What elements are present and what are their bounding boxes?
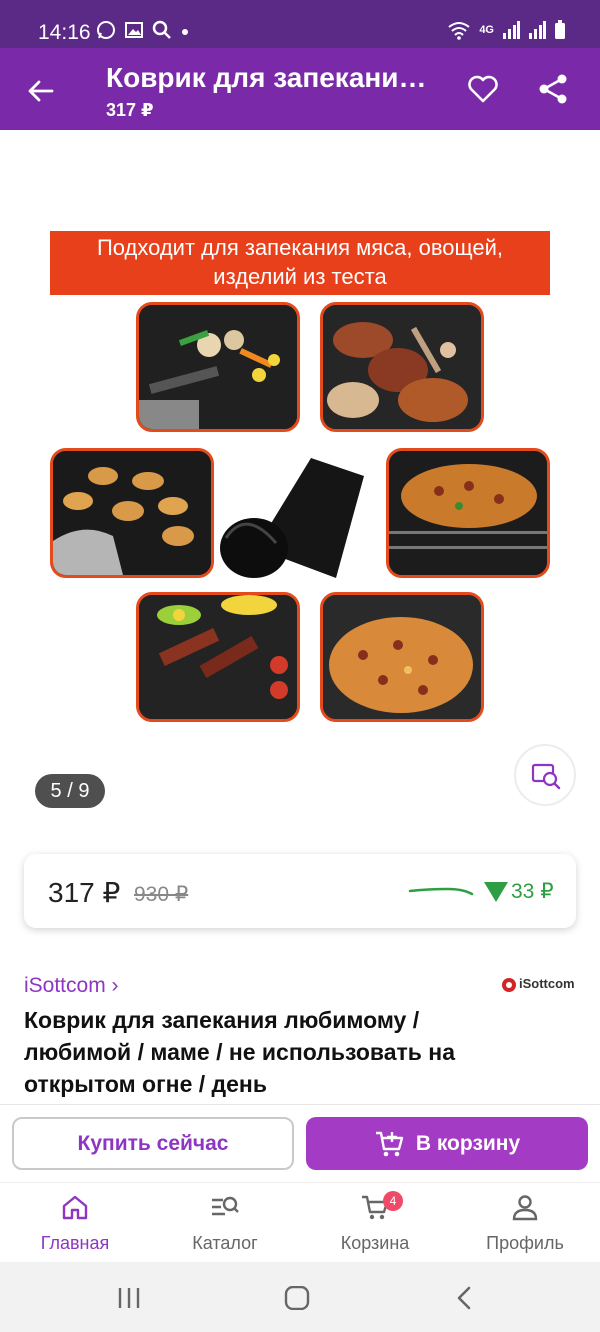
photo-grill-bacon xyxy=(136,592,300,722)
banner-line-1: Подходит для запекания мяса, овощей, xyxy=(96,235,504,260)
banner-line-2: изделий из теста xyxy=(213,264,387,289)
image-counter: 5 / 9 xyxy=(35,774,105,808)
photo-oven-croissants xyxy=(50,448,214,578)
photo-pizza xyxy=(320,592,484,722)
status-bar: 14:16 4G xyxy=(0,0,600,48)
home-icon xyxy=(62,1195,88,1220)
status-time: 14:16 xyxy=(38,21,91,44)
add-to-cart-icon xyxy=(375,1131,404,1156)
recent-apps-icon[interactable] xyxy=(114,1286,144,1310)
buy-now-button[interactable]: Купить сейчас xyxy=(12,1117,294,1170)
photo-grill-meat xyxy=(320,302,484,432)
heart-icon[interactable] xyxy=(466,72,500,106)
bottom-tab-bar: Главная Каталог 4 Корзина Профиль xyxy=(0,1182,600,1262)
system-icons: 4G xyxy=(447,20,566,40)
cart-count-badge: 4 xyxy=(383,1191,403,1211)
system-nav-bar xyxy=(0,1262,600,1332)
page-title: Коврик для запекания любимому xyxy=(106,62,436,93)
old-price: 930 ₽ xyxy=(134,883,189,906)
wifi-icon xyxy=(448,22,470,40)
app-bar: Коврик для запекания любимому 317 ₽ xyxy=(0,48,600,130)
tab-catalog-label: Каталог xyxy=(192,1233,258,1253)
price-card[interactable]: 317 ₽ 930 ₽ 33 ₽ xyxy=(24,854,576,928)
home-button-icon[interactable] xyxy=(282,1286,312,1310)
add-to-cart-button[interactable]: В корзину xyxy=(306,1117,588,1170)
back-button-icon[interactable] xyxy=(450,1286,480,1310)
seller-logo[interactable]: iSottcom xyxy=(501,976,575,994)
tab-cart[interactable]: 4 Корзина xyxy=(300,1183,450,1263)
catalog-search-icon xyxy=(212,1196,239,1216)
product-gallery[interactable]: Подходит для запекания мяса, овощей, изд… xyxy=(0,130,600,830)
tab-profile[interactable]: Профиль xyxy=(450,1183,600,1263)
back-arrow-icon[interactable] xyxy=(26,76,56,106)
product-title: Коврик для запекания любимому / любимой … xyxy=(24,1007,455,1097)
price-trend-line xyxy=(408,887,474,896)
seller-logo-text: iSottcom xyxy=(519,976,575,991)
tab-profile-label: Профиль xyxy=(486,1233,564,1253)
search-icon xyxy=(152,20,171,39)
photo-mat-roll xyxy=(216,448,366,583)
share-icon[interactable] xyxy=(536,72,570,106)
signal-icon xyxy=(503,21,520,39)
network-type: 4G xyxy=(479,24,494,36)
add-to-cart-label: В корзину xyxy=(415,1131,521,1155)
dot-icon xyxy=(182,29,188,35)
image-icon xyxy=(125,22,143,38)
price-drop-amount: 33 ₽ xyxy=(511,880,554,903)
image-search-icon xyxy=(531,763,561,790)
seller-logo-icon xyxy=(502,978,516,992)
seller-link[interactable]: iSottcom › xyxy=(24,974,119,998)
signal-icon-2 xyxy=(529,21,546,39)
image-banner: Подходит для запекания мяса, овощей, изд… xyxy=(50,231,550,295)
price-down-arrow-icon xyxy=(484,882,508,902)
notification-icons xyxy=(96,20,190,40)
photo-grill-vegetables xyxy=(136,302,300,432)
photo-oven-pizza xyxy=(386,448,550,578)
tab-cart-label: Корзина xyxy=(340,1233,410,1253)
whatsapp-icon xyxy=(97,21,115,39)
tab-home[interactable]: Главная xyxy=(0,1183,150,1263)
image-search-button[interactable] xyxy=(514,744,576,806)
header-price: 317 ₽ xyxy=(106,100,154,120)
purchase-action-bar: Купить сейчас В корзину xyxy=(0,1104,600,1182)
battery-icon xyxy=(555,20,565,39)
tab-home-label: Главная xyxy=(40,1233,110,1253)
tab-catalog[interactable]: Каталог xyxy=(150,1183,300,1263)
profile-icon xyxy=(512,1195,538,1221)
current-price: 317 ₽ xyxy=(48,877,121,908)
